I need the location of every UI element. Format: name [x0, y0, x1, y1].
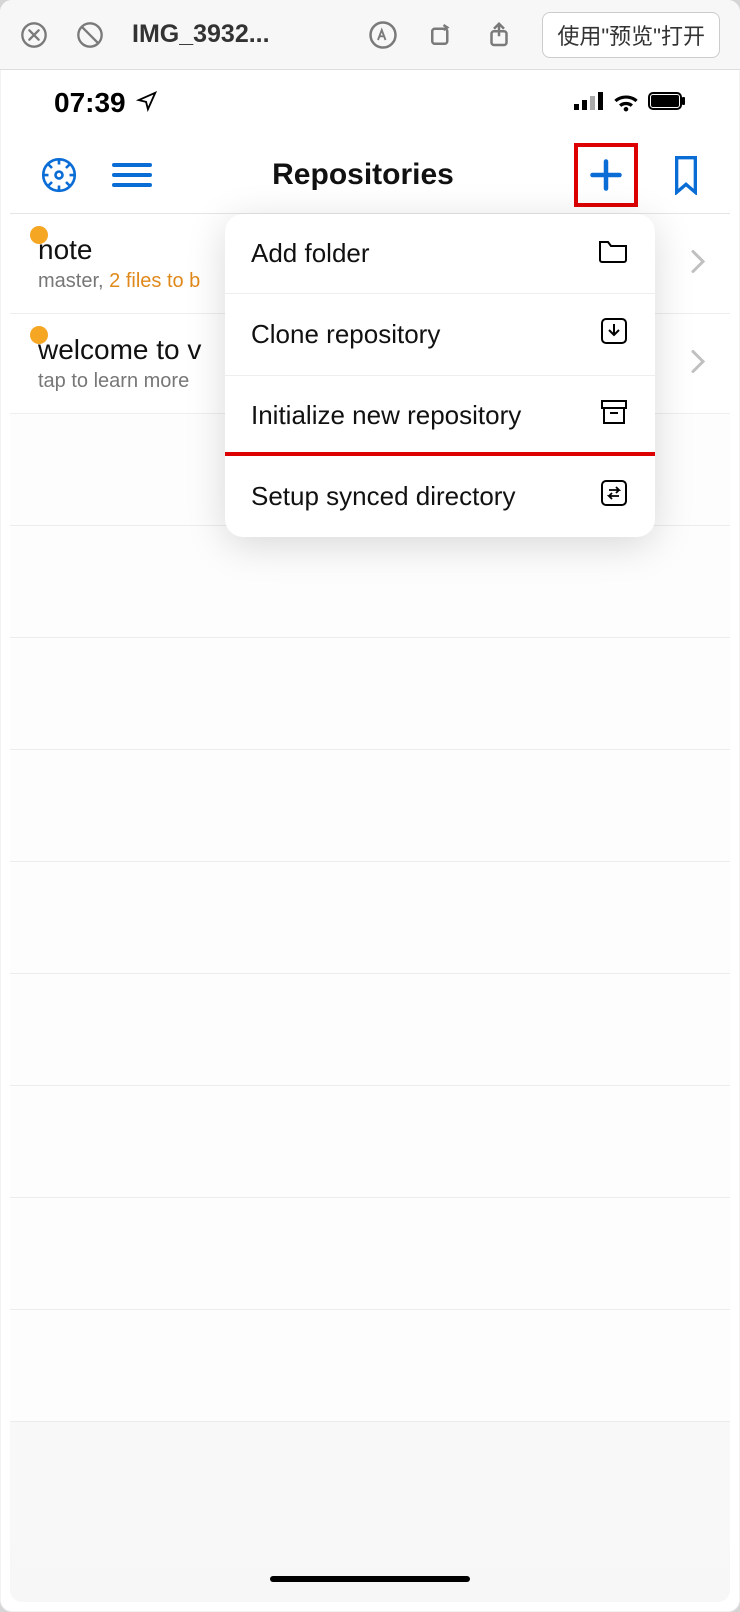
menu-item-add-folder[interactable]: Add folder — [225, 214, 655, 294]
rotate-icon[interactable] — [426, 20, 456, 50]
mac-toolbar: IMG_3932... 使用"预览"打开 — [0, 0, 740, 70]
wifi-icon — [612, 90, 640, 117]
empty-row — [10, 1310, 730, 1422]
menu-item-clone-repository[interactable]: Clone repository — [225, 294, 655, 376]
empty-row — [10, 1086, 730, 1198]
download-icon — [599, 316, 629, 353]
phone-screenshot: 07:39 — [10, 70, 730, 1602]
markup-circle-icon[interactable] — [368, 20, 398, 50]
status-time: 07:39 — [54, 87, 126, 119]
archive-icon — [599, 398, 629, 433]
status-dot-icon — [30, 326, 48, 344]
open-with-preview-button[interactable]: 使用"预览"打开 — [542, 12, 720, 58]
home-indicator — [270, 1576, 470, 1582]
empty-row — [10, 862, 730, 974]
folder-icon — [597, 236, 629, 271]
add-menu-popover: Add folder Clone repository Initialize n… — [225, 214, 655, 537]
empty-rows-area — [10, 414, 730, 1422]
add-button-highlight — [574, 143, 638, 207]
filename-label: IMG_3932... — [132, 20, 270, 49]
settings-gear-icon[interactable] — [38, 154, 80, 196]
menu-item-setup-synced-directory[interactable]: Setup synced directory — [225, 452, 655, 537]
status-bar: 07:39 — [10, 70, 730, 136]
cellular-icon — [574, 90, 604, 117]
menu-item-label: Initialize new repository — [251, 400, 521, 431]
menu-item-label: Setup synced directory — [251, 481, 515, 512]
blocked-circle-icon[interactable] — [76, 21, 104, 49]
hamburger-menu-icon[interactable] — [112, 161, 152, 189]
chevron-right-icon — [690, 348, 706, 379]
close-circle-icon[interactable] — [20, 21, 48, 49]
page-title: Repositories — [184, 158, 542, 192]
app-header: Repositories — [10, 136, 730, 214]
battery-icon — [648, 92, 686, 115]
sync-icon — [599, 478, 629, 515]
empty-row — [10, 750, 730, 862]
empty-row — [10, 526, 730, 638]
location-icon — [136, 87, 158, 119]
bookmark-icon[interactable] — [670, 155, 702, 195]
menu-item-label: Add folder — [251, 238, 370, 269]
menu-item-initialize-repository[interactable]: Initialize new repository — [225, 376, 655, 456]
chevron-right-icon — [690, 248, 706, 279]
plus-icon[interactable] — [588, 157, 624, 193]
status-dot-icon — [30, 226, 48, 244]
menu-item-label: Clone repository — [251, 319, 440, 350]
empty-row — [10, 638, 730, 750]
empty-row — [10, 974, 730, 1086]
share-icon[interactable] — [484, 20, 514, 50]
empty-row — [10, 1198, 730, 1310]
